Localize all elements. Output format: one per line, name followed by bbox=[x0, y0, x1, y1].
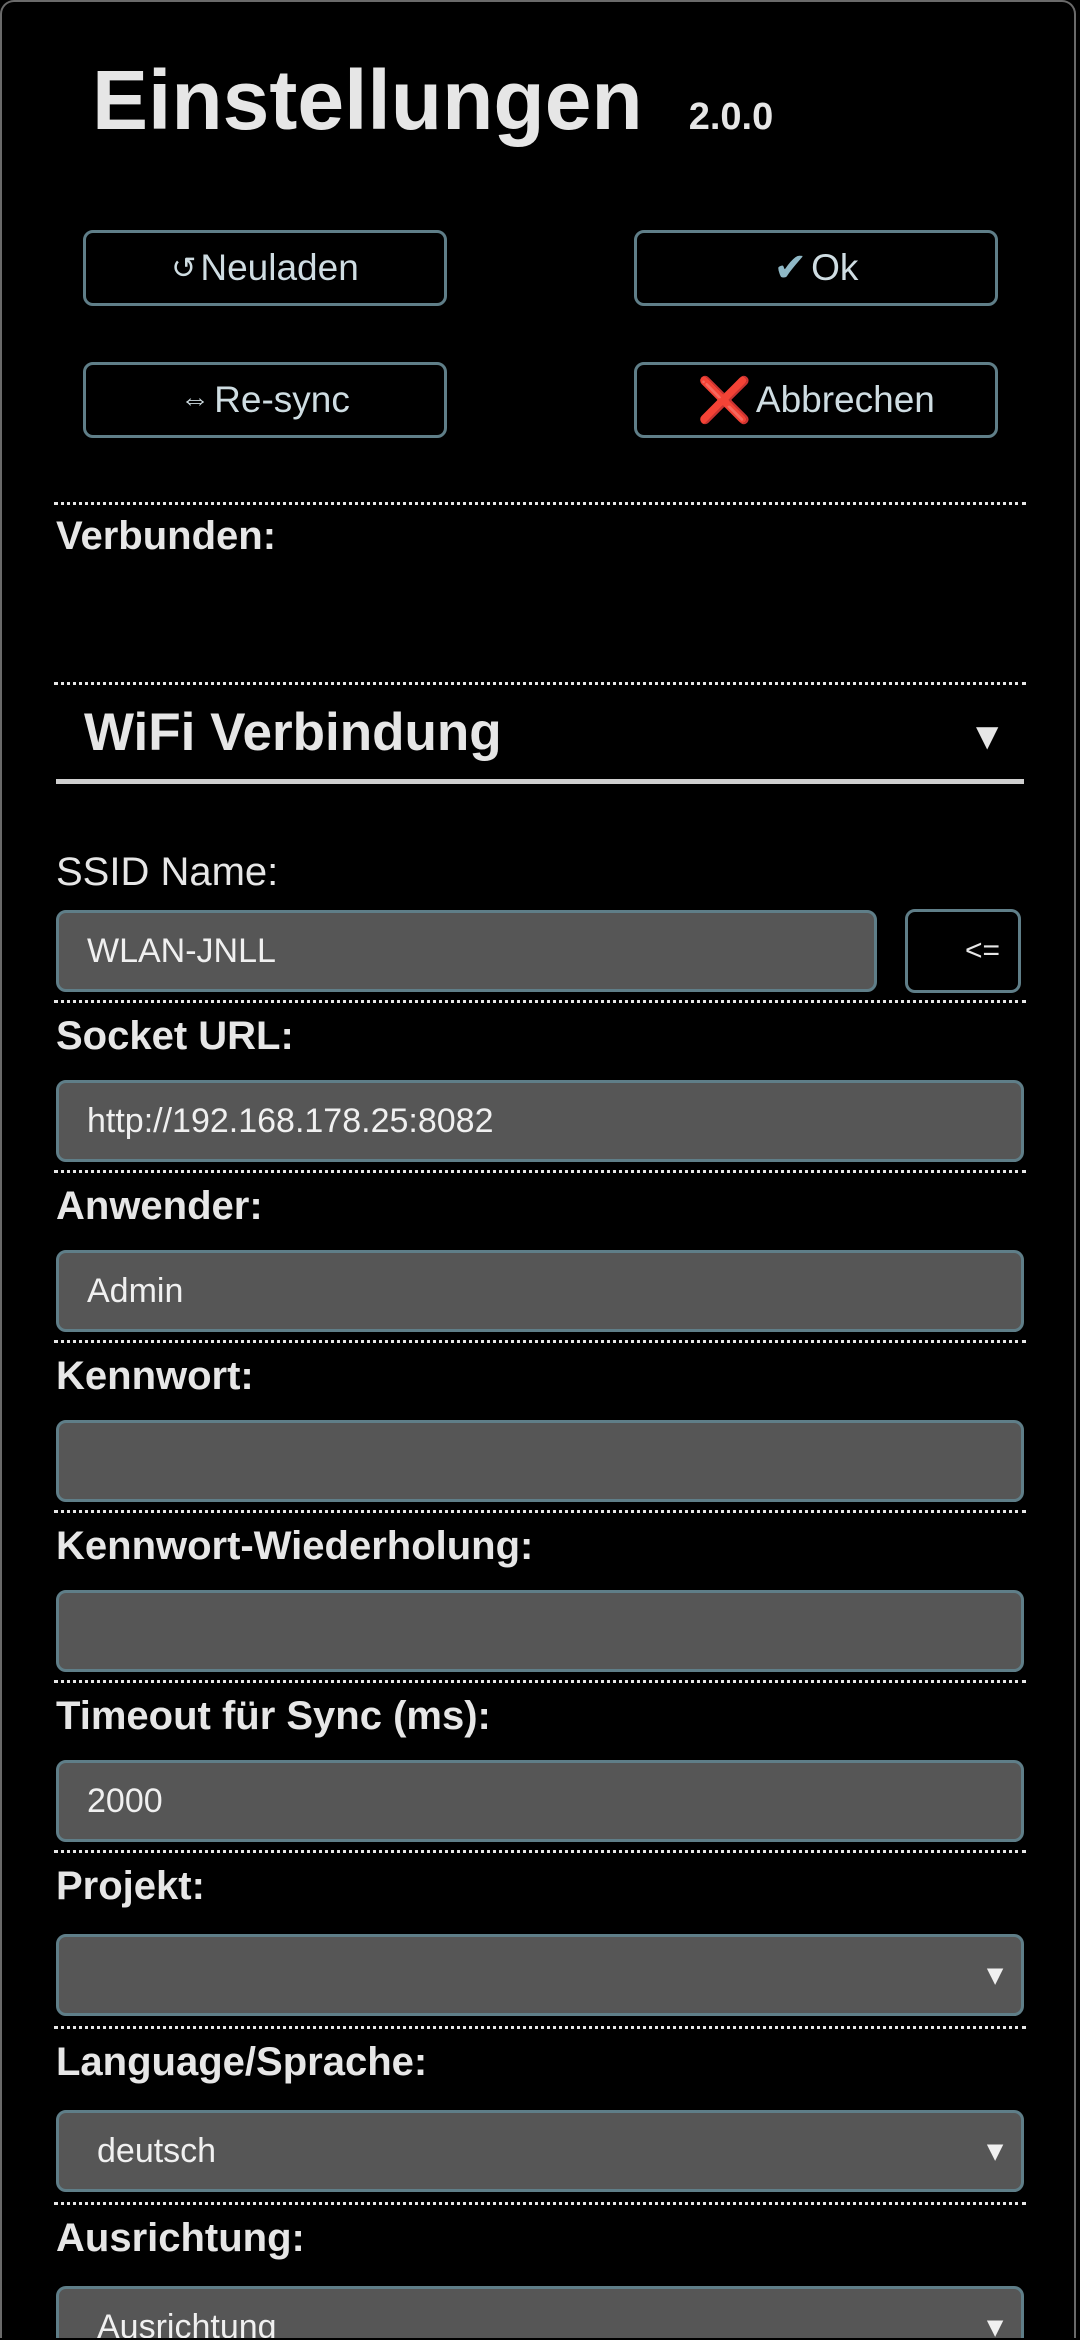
orientation-label: Ausrichtung: bbox=[56, 2216, 305, 2260]
check-icon: ✔ bbox=[773, 246, 808, 290]
divider bbox=[54, 502, 1026, 505]
password-input[interactable] bbox=[56, 1420, 1024, 1502]
resync-icon: ⇔ bbox=[180, 383, 211, 416]
orientation-select[interactable]: Ausrichtung ▼ bbox=[56, 2286, 1024, 2338]
reload-button[interactable]: ↺ Neuladen bbox=[83, 230, 447, 306]
settings-dialog: Einstellungen 2.0.0 ↺ Neuladen ✔ Ok ⇔ Re… bbox=[0, 0, 1076, 2338]
timeout-input[interactable]: 2000 bbox=[56, 1760, 1024, 1842]
wifi-section-title: WiFi Verbindung bbox=[84, 703, 502, 762]
chevron-down-icon: ▼ bbox=[968, 716, 1006, 758]
ok-button[interactable]: ✔ Ok bbox=[634, 230, 998, 306]
project-select[interactable]: ▼ bbox=[56, 1934, 1024, 2016]
divider bbox=[54, 1000, 1026, 1003]
version-label: 2.0.0 bbox=[688, 96, 774, 138]
dialog-header: Einstellungen 2.0.0 bbox=[92, 52, 773, 149]
ssid-input[interactable]: WLAN-JNLL bbox=[56, 910, 877, 992]
reload-button-label: Neuladen bbox=[200, 247, 359, 288]
divider bbox=[54, 1170, 1026, 1173]
socket-url-input[interactable]: http://192.168.178.25:8082 bbox=[56, 1080, 1024, 1162]
divider bbox=[54, 2026, 1026, 2029]
divider bbox=[54, 1340, 1026, 1343]
connected-label: Verbunden: bbox=[56, 514, 277, 558]
project-label: Projekt: bbox=[56, 1864, 205, 1908]
orientation-select-value: Ausrichtung bbox=[97, 2307, 277, 2339]
divider bbox=[54, 1510, 1026, 1513]
cancel-button[interactable]: ❌ Abbrechen bbox=[634, 362, 998, 438]
socket-url-label: Socket URL: bbox=[56, 1014, 294, 1058]
resync-button-label: Re-sync bbox=[214, 379, 350, 420]
ssid-copy-button[interactable]: <= bbox=[905, 909, 1021, 993]
wifi-section-header[interactable]: WiFi Verbindung ▼ bbox=[56, 692, 1024, 784]
language-label: Language/Sprache: bbox=[56, 2040, 428, 2084]
user-label: Anwender: bbox=[56, 1184, 263, 1228]
divider bbox=[54, 2202, 1026, 2205]
reload-icon: ↺ bbox=[171, 251, 197, 285]
password-repeat-input[interactable] bbox=[56, 1590, 1024, 1672]
close-icon: ❌ bbox=[697, 376, 752, 425]
timeout-label: Timeout für Sync (ms): bbox=[56, 1694, 491, 1738]
password-repeat-label: Kennwort-Wiederholung: bbox=[56, 1524, 534, 1568]
language-select-value: deutsch bbox=[97, 2131, 217, 2170]
language-select[interactable]: deutsch ▼ bbox=[56, 2110, 1024, 2192]
ok-button-label: Ok bbox=[811, 247, 859, 288]
chevron-down-icon: ▼ bbox=[981, 2311, 1009, 2338]
chevron-down-icon: ▼ bbox=[981, 1959, 1009, 1991]
ssid-label: SSID Name: bbox=[56, 850, 279, 894]
divider bbox=[54, 682, 1026, 685]
chevron-down-icon: ▼ bbox=[981, 2135, 1009, 2167]
divider bbox=[54, 1850, 1026, 1853]
page-title: Einstellungen bbox=[92, 53, 643, 147]
divider bbox=[54, 1680, 1026, 1683]
resync-button[interactable]: ⇔ Re-sync bbox=[83, 362, 447, 438]
password-label: Kennwort: bbox=[56, 1354, 254, 1398]
user-input[interactable]: Admin bbox=[56, 1250, 1024, 1332]
cancel-button-label: Abbrechen bbox=[755, 379, 935, 420]
